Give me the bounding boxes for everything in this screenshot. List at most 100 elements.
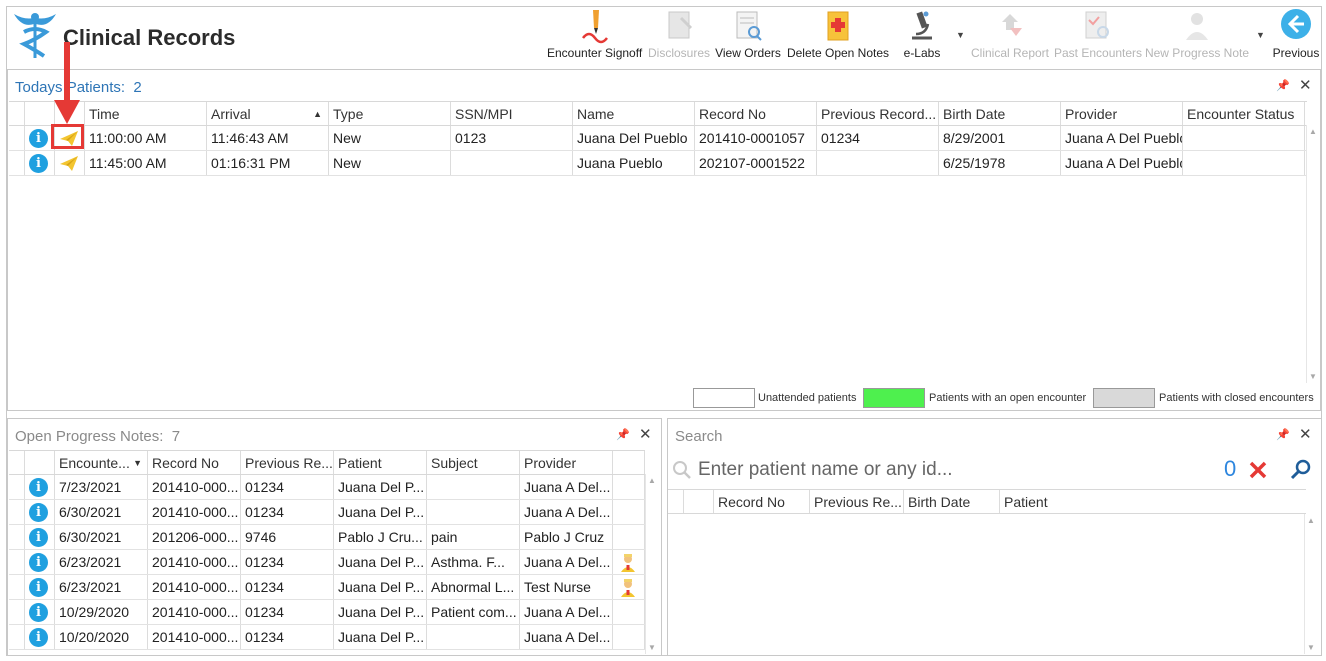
new-progress-note-dropdown-icon[interactable]: ▼ [1256, 30, 1265, 40]
table-row[interactable]: i 6/23/2021 201410-000... 01234 Juana Del P.… [9, 550, 645, 575]
search-icon [673, 461, 691, 479]
annotation-arrow [54, 42, 80, 124]
column-header-type[interactable]: Type [329, 102, 451, 125]
column-header-patient[interactable]: Patient [334, 451, 427, 474]
column-header-patient[interactable]: Patient [1000, 490, 1306, 513]
sort-ascending-icon: ▲ [313, 109, 322, 119]
signoff-icon [581, 10, 608, 44]
info-icon[interactable]: i [29, 129, 48, 148]
legend-swatch-open [863, 388, 925, 408]
table-header: Time Arrival ▲ Type SSN/MPI Name Record N… [9, 102, 1307, 126]
column-header-previous-record[interactable]: Previous Re... [810, 490, 904, 513]
info-icon[interactable]: i [29, 603, 48, 622]
view-orders-icon [736, 11, 762, 41]
table-header: Encounte... ▼ Record No Previous Re... Pa… [9, 451, 645, 475]
table-row[interactable]: i 10/20/2020 201410-000... 01234 Juana Del P… [9, 625, 645, 650]
search-bar: 0 [672, 456, 1318, 484]
nurse-icon [621, 579, 635, 597]
scroll-up-icon[interactable]: ▲ [1307, 516, 1315, 525]
microscope-icon [912, 11, 932, 40]
scroll-up-icon[interactable]: ▲ [648, 476, 656, 485]
table-row[interactable]: i 6/30/2021 201410-000... 01234 Juana Del P.… [9, 500, 645, 525]
column-header-encounter[interactable]: Encounte... ▼ [55, 451, 148, 474]
column-header-provider[interactable]: Provider [520, 451, 613, 474]
todays-patients-grid: Time Arrival ▲ Type SSN/MPI Name Record N… [9, 101, 1307, 385]
table-row[interactable]: i 7/23/2021 201410-000... 01234 Juana Del P.… [9, 475, 645, 500]
scroll-down-icon[interactable]: ▼ [648, 643, 656, 652]
clinical-report-icon [1002, 14, 1022, 36]
column-header-time[interactable]: Time [85, 102, 207, 125]
delete-open-notes-button[interactable]: Delete Open Notes [786, 8, 890, 64]
close-icon[interactable]: ✕ [639, 425, 652, 443]
disclosures-icon [668, 11, 693, 39]
pin-icon[interactable]: 📌 [616, 428, 630, 441]
table-row[interactable]: i 11:45:00 AM 01:16:31 PM New Juana Pueb… [9, 151, 1307, 176]
table-row[interactable]: i 10/29/2020 201410-000... 01234 Juana Del P… [9, 600, 645, 625]
column-header-subject[interactable]: Subject [427, 451, 520, 474]
close-icon[interactable]: ✕ [1299, 76, 1312, 94]
close-icon[interactable]: ✕ [1299, 425, 1312, 443]
scroll-down-icon[interactable]: ▼ [1309, 372, 1317, 381]
table-header: Record No Previous Re... Birth Date Pati… [668, 490, 1306, 514]
annotation-highlight-box [51, 124, 84, 149]
encounter-signoff-button[interactable]: Encounter Signoff [547, 8, 642, 64]
column-header-birth-date[interactable]: Birth Date [939, 102, 1061, 125]
column-header-birth-date[interactable]: Birth Date [904, 490, 1000, 513]
view-orders-button[interactable]: View Orders [714, 8, 782, 64]
column-header-previous-record[interactable]: Previous Record... [817, 102, 939, 125]
open-progress-notes-count: 7 [171, 428, 181, 445]
clinical-report-button[interactable]: Clinical Report [970, 8, 1050, 64]
info-icon[interactable]: i [29, 478, 48, 497]
app-title: Clinical Records [63, 25, 236, 50]
column-header-encounter-status[interactable]: Encounter Status [1183, 102, 1305, 125]
legend-swatch-unattended [693, 388, 755, 408]
table-row[interactable]: i 6/23/2021 201410-000... 01234 Juana Del P.… [9, 575, 645, 600]
pin-icon[interactable]: 📌 [1276, 79, 1290, 92]
scroll-up-icon[interactable]: ▲ [1309, 127, 1317, 136]
legend-label-open: Patients with an open encounter [929, 392, 1087, 404]
search-result-count: 0 [1224, 456, 1237, 481]
table-row[interactable]: i 6/30/2021 201206-000... 9746 Pablo J Cru..… [9, 525, 645, 550]
disclosures-button[interactable]: Disclosures [648, 8, 710, 64]
back-arrow-icon [1281, 9, 1311, 39]
nurse-icon [621, 554, 635, 572]
column-header-record-no[interactable]: Record No [695, 102, 817, 125]
table-row[interactable]: i 11:00:00 AM 11:46:43 AM New 0123 Juana… [9, 126, 1307, 151]
info-icon[interactable]: i [29, 154, 48, 173]
todays-patients-scrollbar[interactable]: ▲ ▼ [1306, 125, 1320, 383]
info-icon[interactable]: i [29, 528, 48, 547]
notes-scrollbar[interactable]: ▲ ▼ [645, 474, 659, 654]
legend-label-closed: Patients with closed encounters [1159, 392, 1314, 404]
new-progress-note-button[interactable]: New Progress Note [1144, 8, 1250, 64]
info-icon[interactable]: i [29, 578, 48, 597]
legend-swatch-closed [1093, 388, 1155, 408]
column-header-name[interactable]: Name [573, 102, 695, 125]
search-panel-title: Search [675, 428, 723, 445]
caduceus-logo [14, 13, 56, 58]
column-header-previous-record[interactable]: Previous Re... [241, 451, 334, 474]
past-encounters-icon [1085, 11, 1109, 39]
e-labs-button[interactable]: e-Labs [900, 8, 944, 64]
search-scrollbar[interactable]: ▲ ▼ [1304, 514, 1318, 654]
column-header-record-no[interactable]: Record No [714, 490, 810, 513]
column-header-ssn[interactable]: SSN/MPI [451, 102, 573, 125]
search-results-grid: Record No Previous Re... Birth Date Pati… [668, 489, 1306, 655]
column-header-provider[interactable]: Provider [1061, 102, 1183, 125]
pin-icon[interactable]: 📌 [1276, 428, 1290, 441]
paper-plane-icon[interactable] [59, 155, 79, 172]
info-icon[interactable]: i [29, 553, 48, 572]
e-labs-dropdown-icon[interactable]: ▼ [956, 30, 965, 40]
info-icon[interactable]: i [29, 503, 48, 522]
open-progress-notes-title: Open Progress Notes: 7 [15, 428, 181, 445]
todays-patients-count: 2 [133, 79, 142, 96]
clear-icon[interactable] [1248, 460, 1268, 480]
past-encounters-button[interactable]: Past Encounters [1054, 8, 1142, 64]
delete-notes-icon [827, 11, 849, 41]
column-header-arrival[interactable]: Arrival ▲ [207, 102, 329, 125]
column-header-record-no[interactable]: Record No [148, 451, 241, 474]
info-icon[interactable]: i [29, 628, 48, 647]
magnifier-icon[interactable] [1290, 459, 1312, 481]
scroll-down-icon[interactable]: ▼ [1307, 643, 1315, 652]
previous-button[interactable]: Previous [1270, 8, 1322, 64]
search-input[interactable] [698, 456, 1198, 484]
